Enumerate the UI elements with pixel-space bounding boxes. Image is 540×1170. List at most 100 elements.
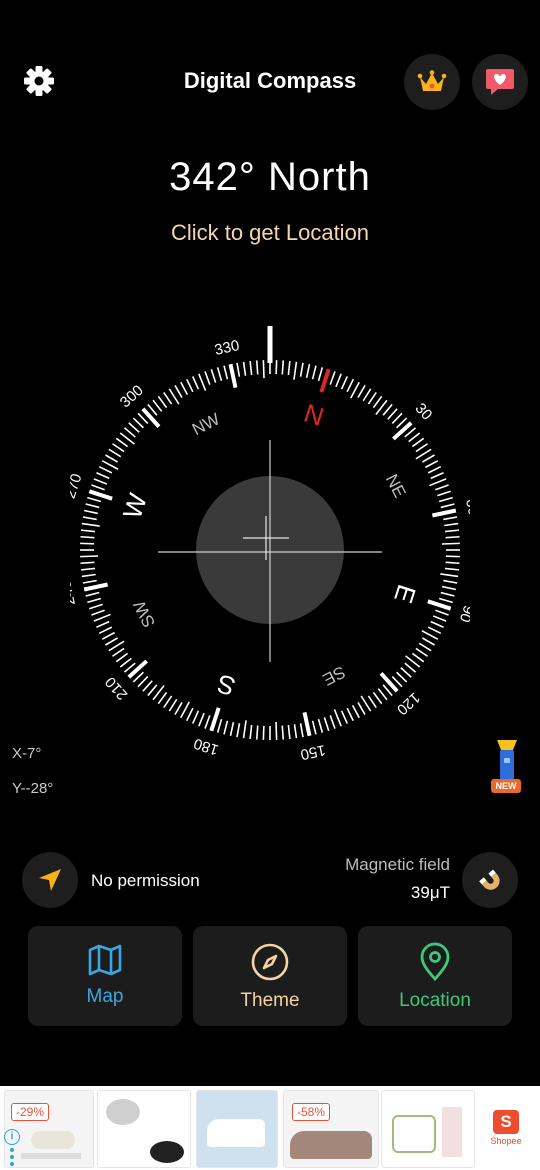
ad-options-icon[interactable] bbox=[10, 1148, 18, 1166]
dial-tick bbox=[96, 471, 110, 480]
dial-tick bbox=[191, 376, 200, 390]
dial-tick bbox=[112, 443, 125, 453]
dial-tick bbox=[275, 721, 278, 740]
dial-tick bbox=[422, 454, 435, 463]
dial-tick bbox=[249, 360, 253, 376]
dial-tick bbox=[216, 367, 223, 382]
dial-tick bbox=[119, 657, 132, 668]
dial-tick bbox=[80, 529, 96, 533]
dial-tick bbox=[437, 490, 451, 497]
dial-tick bbox=[242, 361, 247, 376]
dial-tick bbox=[440, 503, 455, 509]
rate-heart-button[interactable] bbox=[472, 54, 528, 110]
navigation-arrow-button[interactable] bbox=[22, 852, 78, 908]
dial-tick bbox=[204, 371, 211, 385]
dial-tick bbox=[255, 725, 259, 740]
brown-trainer-image bbox=[290, 1131, 372, 1159]
dial-tick bbox=[435, 609, 449, 616]
dial-tick bbox=[255, 360, 259, 375]
dial-tick bbox=[287, 724, 291, 740]
ad-product-trainer[interactable]: -58% bbox=[283, 1090, 379, 1168]
dial-tick bbox=[340, 376, 349, 390]
dial-tick bbox=[299, 723, 304, 738]
dial-tick bbox=[105, 454, 118, 463]
insole-image-grey bbox=[106, 1099, 140, 1125]
dial-tick bbox=[367, 695, 377, 708]
dial-tick bbox=[105, 637, 118, 646]
magnetic-field-label: Magnetic field bbox=[345, 855, 450, 874]
ad-info-icon[interactable]: i bbox=[4, 1129, 20, 1145]
dial-tick bbox=[415, 443, 428, 453]
dial-tick bbox=[132, 417, 144, 429]
get-location-link[interactable]: Click to get Location bbox=[0, 220, 540, 246]
map-button[interactable]: Map bbox=[28, 926, 182, 1026]
dial-tick bbox=[317, 718, 324, 733]
magnet-button[interactable] bbox=[462, 852, 518, 908]
dial-tick bbox=[427, 599, 452, 611]
tilt-x-readout: X-7° bbox=[12, 745, 42, 762]
location-button[interactable]: Location bbox=[358, 926, 512, 1026]
dial-tick bbox=[281, 360, 285, 375]
dial-tick bbox=[293, 361, 298, 380]
ad-product-insole[interactable] bbox=[97, 1090, 191, 1168]
dial-tick bbox=[82, 579, 97, 584]
degree-label-210: 210 bbox=[102, 673, 131, 703]
dial-tick bbox=[191, 710, 200, 724]
dial-tick bbox=[350, 381, 360, 399]
dial-tick bbox=[91, 484, 105, 491]
insole-image-black bbox=[150, 1141, 184, 1163]
dial-tick bbox=[209, 707, 221, 732]
dial-tick bbox=[372, 395, 383, 409]
dial-tick bbox=[91, 609, 105, 616]
location-pin-icon bbox=[420, 942, 450, 982]
dial-tick bbox=[351, 705, 360, 719]
dial-tick bbox=[168, 698, 178, 712]
ad-product-sneaker[interactable] bbox=[196, 1090, 278, 1168]
dial-tick bbox=[87, 496, 102, 503]
cardinal-e: E bbox=[388, 581, 422, 607]
green-heels-image bbox=[392, 1115, 436, 1153]
dial-tick bbox=[83, 582, 109, 592]
ad-banner[interactable]: -29% -58% S Shopee i bbox=[0, 1086, 540, 1170]
cardinal-n: N bbox=[300, 398, 327, 432]
dial-tick bbox=[422, 637, 435, 646]
dial-tick bbox=[80, 555, 99, 558]
dial-tick bbox=[444, 522, 459, 527]
dial-tick bbox=[346, 707, 355, 722]
ad-product-heels[interactable] bbox=[381, 1090, 475, 1168]
dial-tick bbox=[88, 489, 113, 501]
degree-label-60: 60 bbox=[462, 497, 470, 517]
dial-tick bbox=[185, 707, 194, 722]
dial-tick bbox=[430, 620, 444, 629]
dial-tick bbox=[357, 385, 366, 398]
dial-tick bbox=[157, 395, 168, 409]
shopee-logo[interactable]: S Shopee bbox=[488, 1110, 524, 1160]
dial-tick bbox=[152, 399, 163, 412]
dial-tick bbox=[443, 516, 458, 521]
dial-tick bbox=[112, 647, 125, 657]
dial-tick bbox=[431, 508, 457, 518]
white-sneaker-image bbox=[207, 1119, 265, 1147]
dial-tick bbox=[427, 465, 442, 474]
dial-tick bbox=[101, 631, 115, 640]
degree-label-300: 300 bbox=[117, 382, 147, 411]
intercardinal-nw: NW bbox=[189, 409, 223, 439]
degree-label-120: 120 bbox=[393, 689, 423, 718]
theme-button[interactable]: Theme bbox=[193, 926, 347, 1026]
intercardinal-se: SE bbox=[320, 662, 349, 689]
heart-chat-icon bbox=[486, 69, 514, 95]
dial-tick bbox=[96, 620, 110, 629]
dial-tick bbox=[87, 597, 102, 604]
dial-tick bbox=[223, 365, 229, 380]
compass-dial: 330 300 270 240 210 180 150 120 90 60 30… bbox=[57, 320, 482, 780]
dial-tick bbox=[311, 720, 317, 735]
dial-tick bbox=[180, 381, 189, 395]
dial-tick bbox=[440, 591, 455, 597]
dial-tick bbox=[391, 412, 403, 424]
dial-tick bbox=[198, 373, 207, 391]
dial-tick bbox=[299, 362, 304, 377]
premium-crown-button[interactable] bbox=[404, 54, 460, 110]
dial-tick bbox=[137, 676, 149, 688]
dial-tick bbox=[445, 561, 460, 565]
dial-tick bbox=[210, 369, 217, 383]
